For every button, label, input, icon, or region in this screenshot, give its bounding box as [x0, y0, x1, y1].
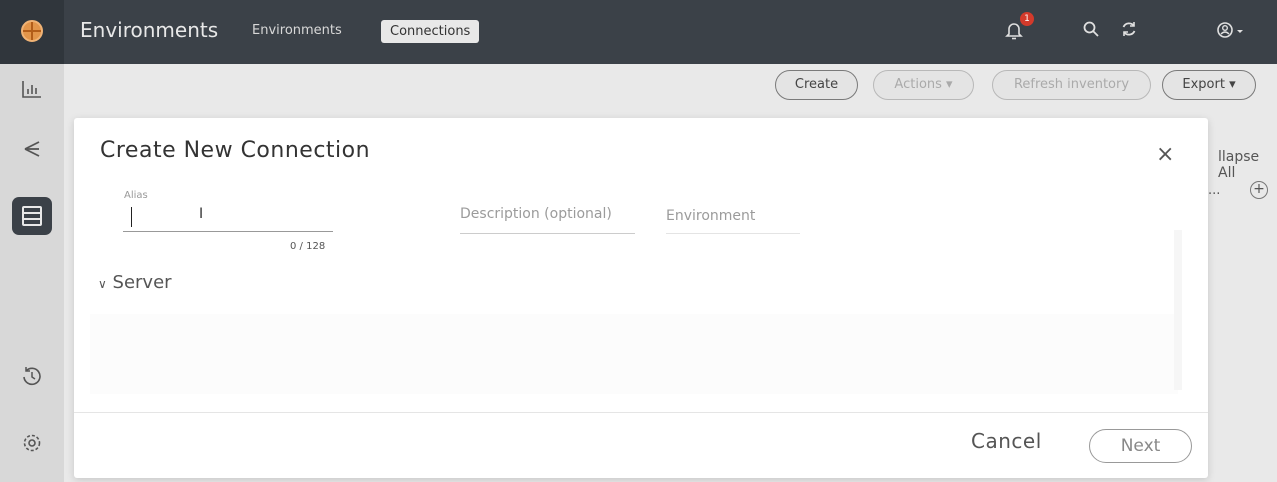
export-dropdown[interactable]: Export ▾: [1162, 70, 1256, 100]
text-caret: [131, 207, 132, 227]
history-icon[interactable]: [18, 365, 46, 393]
chart-icon[interactable]: [18, 78, 46, 106]
server-section-toggle[interactable]: ∨ Server: [98, 272, 172, 293]
logo-cell[interactable]: [0, 0, 64, 64]
close-icon[interactable]: ×: [1156, 144, 1174, 166]
tab-connections[interactable]: Connections: [381, 20, 480, 43]
environment-field[interactable]: Environment: [666, 208, 800, 234]
refresh-inventory-button[interactable]: Refresh inventory: [992, 70, 1151, 100]
server-section-label: Server: [112, 272, 172, 293]
add-circle-icon[interactable]: +: [1250, 181, 1268, 199]
topology-icon[interactable]: [18, 138, 46, 166]
tab-environments[interactable]: Environments: [252, 23, 342, 38]
alias-input[interactable]: I: [123, 203, 333, 232]
create-connection-dialog: Create New Connection × Alias I 0 / 128 …: [74, 118, 1208, 478]
refresh-icon[interactable]: [1118, 20, 1140, 42]
alias-label: Alias: [124, 190, 148, 201]
dialog-footer: Cancel Next: [74, 412, 1208, 478]
description-field[interactable]: Description (optional): [460, 204, 635, 234]
dialog-title: Create New Connection: [100, 138, 371, 163]
notification-badge: 1: [1020, 12, 1034, 26]
create-button[interactable]: Create: [775, 70, 858, 100]
next-button[interactable]: Next: [1089, 429, 1192, 463]
sidebar: [0, 64, 64, 482]
top-bar: Environments Environments Connections 1: [0, 0, 1277, 64]
server-section-body: [90, 314, 1178, 394]
chevron-down-icon: ∨: [98, 277, 107, 291]
sidebar-item-inventory[interactable]: [12, 197, 52, 235]
actions-dropdown[interactable]: Actions ▾: [873, 70, 974, 100]
more-dots: ...: [1208, 183, 1221, 198]
table-icon: [22, 206, 42, 226]
collapse-all-link[interactable]: llapse All: [1218, 149, 1277, 181]
alias-char-counter: 0 / 128: [290, 241, 326, 252]
settings-icon[interactable]: [18, 432, 46, 460]
user-menu-icon[interactable]: [1214, 20, 1248, 42]
search-icon[interactable]: [1080, 20, 1102, 42]
app-title: Environments: [80, 18, 219, 42]
scroll-track: [1174, 230, 1182, 390]
app-logo-icon: [21, 20, 43, 42]
ibeam-cursor-icon: I: [199, 206, 204, 222]
cancel-button[interactable]: Cancel: [971, 429, 1042, 453]
